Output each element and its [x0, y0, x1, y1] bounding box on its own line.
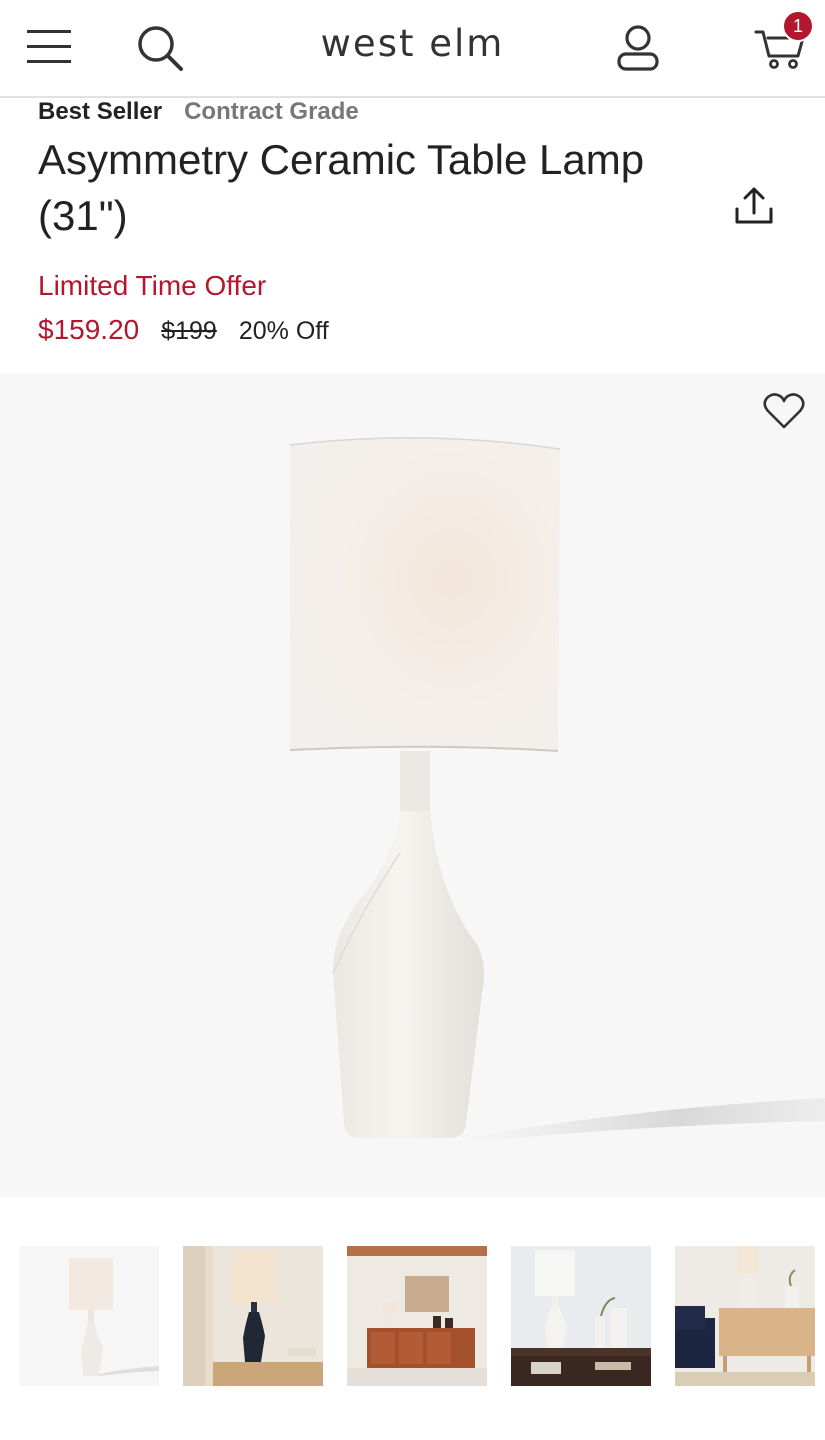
site-header: west elm 1: [0, 0, 825, 98]
account-button[interactable]: [608, 18, 668, 78]
product-title: Asymmetry Ceramic Table Lamp (31"): [38, 136, 645, 239]
thumbnail-1[interactable]: [19, 1246, 159, 1386]
cart-count-badge: 1: [782, 10, 814, 42]
sale-price: $159.20: [38, 314, 140, 345]
product-main-image[interactable]: [0, 373, 825, 1197]
thumbnail-4[interactable]: [511, 1246, 651, 1386]
brand-logo[interactable]: west elm: [0, 22, 825, 65]
contract-grade-badge: Contract Grade: [184, 98, 359, 125]
original-price: $199: [161, 317, 217, 345]
thumbnail-strip: [0, 1235, 825, 1397]
thumbnail-5[interactable]: [675, 1246, 815, 1386]
share-upload-icon: [735, 187, 773, 224]
product-badges: Best Seller Contract Grade: [38, 98, 359, 126]
price-row: $159.20 $199 20% Off: [38, 314, 329, 346]
thumbnail-2[interactable]: [183, 1246, 323, 1386]
share-button[interactable]: [728, 180, 780, 232]
discount-label: 20% Off: [238, 317, 329, 345]
cart-button[interactable]: 1: [748, 10, 814, 78]
thumbnail-3[interactable]: [347, 1246, 487, 1386]
favorite-button[interactable]: [758, 385, 810, 437]
limited-time-offer-label: Limited Time Offer: [38, 270, 267, 301]
heart-icon: [763, 393, 805, 429]
best-seller-badge: Best Seller: [38, 98, 163, 125]
lamp-photo: [0, 373, 825, 1197]
user-account-icon: [617, 25, 659, 71]
